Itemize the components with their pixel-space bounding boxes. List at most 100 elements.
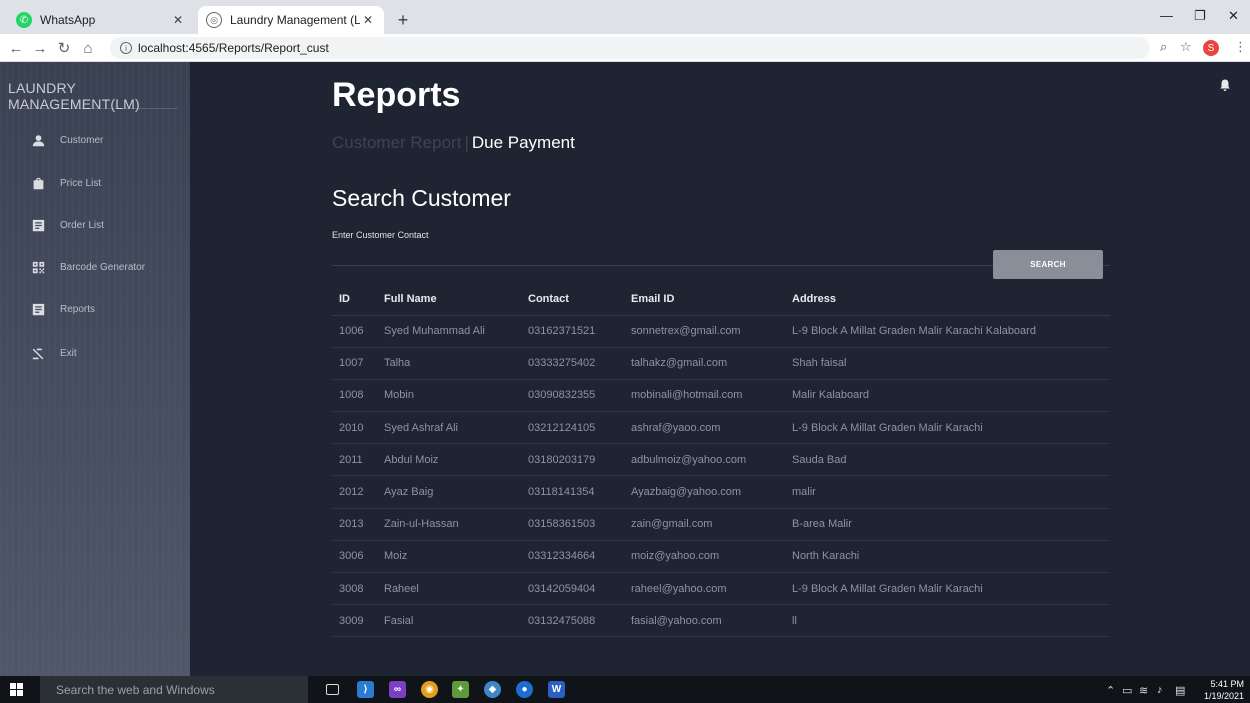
cell-contact: 03090832355 [521,379,624,413]
chevron-up-icon[interactable]: ⌃ [1106,684,1115,697]
cell-contact: 03333275402 [521,347,624,380]
cell-contact: 03118141354 [521,475,624,509]
new-tab-button[interactable]: + [392,9,414,31]
profile-avatar[interactable]: S [1203,40,1219,56]
close-icon[interactable]: ✕ [360,13,376,27]
table-row: 3006 Moiz 03312334664 moiz@yahoo.com North K… [332,540,1110,574]
table-row: 2013 Zain-ul-Hassan 03158361503 zain@gmail.… [332,508,1110,541]
address-bar[interactable]: i localhost:4565/Reports/Report_cust [110,37,1150,59]
system-clock[interactable]: 5:41 PM 1/19/2021 [1196,678,1244,702]
visual-studio-icon[interactable]: ∞ [389,681,406,698]
maximize-icon[interactable]: ❐ [1194,8,1206,24]
app-icon[interactable]: ✦ [452,681,469,698]
sidebar: LAUNDRY MANAGEMENT(LM) Customer Price Li… [0,62,190,676]
whatsapp-icon: ✆ [16,12,32,28]
menu-kebab-icon[interactable]: ⋮ [1234,39,1247,55]
qrcode-icon [30,259,46,275]
cell-full-name: Mobin [377,379,521,413]
breadcrumb: Customer Report | Due Payment [332,133,575,153]
minimize-icon[interactable]: — [1160,8,1173,23]
bookmark-star-icon[interactable]: ☆ [1180,39,1192,55]
app-icon[interactable]: ● [516,681,533,698]
sidebar-item-barcode-generator[interactable]: Barcode Generator [30,256,180,278]
sidebar-item-order-list[interactable]: Order List [30,214,180,236]
table-header-row: ID Full Name Contact Email ID Address [332,284,1110,316]
cell-full-name: Zain-ul-Hassan [377,508,521,541]
sidebar-item-label: Barcode Generator [60,261,146,273]
column-header-email-id: Email ID [624,284,785,316]
cell-full-name: Talha [377,347,521,380]
cell-email-id: raheel@yahoo.com [624,572,785,606]
word-icon[interactable]: W [548,681,565,698]
search-button[interactable]: SEARCH [993,250,1103,279]
window-close-icon[interactable]: ✕ [1228,8,1239,24]
chrome-icon[interactable]: ◉ [421,681,438,698]
cell-address: L-9 Block A Millat Graden Malir Karachi [785,411,1110,445]
tab-laundry-management[interactable]: ◎ Laundry Management (LM)! ✕ [198,6,384,34]
cell-email-id: talhakz@gmail.com [624,347,785,380]
table-row: 1006 Syed Muhammad Ali 03162371521 sonnetre… [332,315,1110,348]
page-title: Reports [332,76,461,114]
table-row: 1007 Talha 03333275402 talhakz@gmail.com Sha… [332,347,1110,380]
windows-taskbar: Search the web and Windows ⟩ ∞ ◉ ✦ ◆ ● W… [0,676,1250,703]
cell-contact: 03132475088 [521,604,624,638]
notifications-icon[interactable]: ▤ [1175,684,1185,697]
cell-address: malir [785,475,1110,509]
sidebar-item-exit[interactable]: Exit [30,342,180,364]
table-body: 1006 Syed Muhammad Ali 03162371521 sonnetre… [332,315,1110,638]
cell-full-name: Abdul Moiz [377,443,521,477]
sidebar-item-customer[interactable]: Customer [30,129,180,151]
app-icon[interactable]: ◆ [484,681,501,698]
cell-address: Sauda Bad [785,443,1110,477]
close-icon[interactable]: ✕ [170,13,186,27]
list-icon [30,301,46,317]
cell-full-name: Syed Ashraf Ali [377,411,521,445]
breadcrumb-customer-report[interactable]: Customer Report [332,133,461,153]
reload-icon[interactable]: ↻ [54,38,74,58]
contact-label: Enter Customer Contact [332,230,429,240]
list-icon [30,217,46,233]
cell-id: 3008 [332,572,377,606]
cell-address: L-9 Block A Millat Graden Malir Karachi … [785,315,1110,348]
cell-address: North Karachi [785,540,1110,574]
cell-id: 1007 [332,347,377,380]
cell-contact: 03312334664 [521,540,624,574]
cell-full-name: Ayaz Baig [377,475,521,509]
table-row: 2010 Syed Ashraf Ali 03212124105 ashraf@yao… [332,411,1110,445]
vscode-icon[interactable]: ⟩ [357,681,374,698]
sidebar-item-price-list[interactable]: Price List [30,172,180,194]
wifi-icon[interactable]: ≋ [1139,684,1148,697]
cell-email-id: fasial@yahoo.com [624,604,785,638]
cell-email-id: mobinali@hotmail.com [624,379,785,413]
home-icon[interactable]: ⌂ [78,38,98,58]
tab-title: WhatsApp [40,13,96,27]
cell-address: L-9 Block A Millat Graden Malir Karachi [785,572,1110,606]
cell-id: 3009 [332,604,377,638]
volume-icon[interactable]: ♪ [1157,684,1163,696]
column-header-id: ID [332,284,377,316]
cell-email-id: Ayazbaig@yahoo.com [624,475,785,509]
cell-address: Malir Kalaboard [785,379,1110,413]
column-header-contact: Contact [521,284,624,316]
cell-full-name: Raheel [377,572,521,606]
cell-id: 1008 [332,379,377,413]
sidebar-item-reports[interactable]: Reports [30,298,180,320]
windows-start-icon[interactable] [10,683,23,696]
cell-email-id: moiz@yahoo.com [624,540,785,574]
bell-icon[interactable] [1219,78,1231,91]
task-view-icon[interactable] [326,684,339,695]
cell-email-id: adbulmoiz@yahoo.com [624,443,785,477]
sidebar-item-label: Price List [60,177,102,189]
tab-whatsapp[interactable]: ✆ WhatsApp ✕ [8,6,194,34]
taskbar-search[interactable]: Search the web and Windows [40,676,308,703]
forward-icon[interactable]: → [30,38,50,58]
cell-id: 3006 [332,540,377,574]
back-icon[interactable]: ← [6,38,26,58]
cell-address: B-area Malir [785,508,1110,541]
zoom-icon[interactable]: ⌕ [1160,39,1167,55]
sidebar-item-label: Order List [60,219,104,231]
info-icon[interactable]: i [120,42,132,54]
battery-icon[interactable]: ▭ [1122,684,1132,697]
browser-toolbar: ← → ↻ ⌂ i localhost:4565/Reports/Report_… [0,34,1250,62]
breadcrumb-due-payment[interactable]: Due Payment [472,133,575,153]
